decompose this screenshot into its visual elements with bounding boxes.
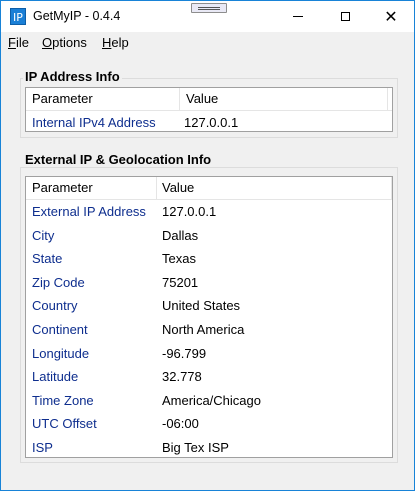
row-parameter: Latitude bbox=[32, 369, 79, 385]
main-window: IP GetMyIP - 0.4.4 ✕ File Options Help I… bbox=[0, 0, 415, 491]
row-parameter: Zip Code bbox=[32, 274, 85, 290]
list-item[interactable]: State Texas bbox=[26, 247, 392, 271]
row-parameter: External IP Address bbox=[32, 204, 146, 219]
menu-options-label: ptions bbox=[52, 35, 87, 50]
app-icon: IP bbox=[10, 8, 26, 25]
list-header: Parameter Value bbox=[26, 88, 392, 111]
geolocation-list[interactable]: Parameter Value External IP Address 127.… bbox=[25, 176, 393, 458]
menu-file[interactable]: File bbox=[8, 35, 29, 50]
column-separator[interactable] bbox=[391, 177, 392, 199]
list-item[interactable]: Zip Code 75201 bbox=[26, 271, 392, 295]
list-item[interactable]: Internal IPv4 Address 127.0.0.1 bbox=[26, 111, 392, 131]
column-separator[interactable] bbox=[179, 88, 180, 110]
minimize-icon bbox=[293, 16, 303, 17]
column-header-value[interactable]: Value bbox=[162, 180, 194, 195]
row-parameter: Internal IPv4 Address bbox=[32, 115, 156, 130]
column-separator[interactable] bbox=[387, 88, 388, 110]
row-value: Big Tex ISP bbox=[162, 439, 229, 455]
maximize-button[interactable] bbox=[322, 1, 368, 32]
geolocation-group-title: External IP & Geolocation Info bbox=[23, 152, 214, 167]
menu-bar: File Options Help bbox=[1, 32, 414, 53]
menu-help-accel: H bbox=[102, 35, 112, 50]
list-item[interactable]: Longitude -96.799 bbox=[26, 342, 392, 366]
maximize-icon bbox=[340, 12, 350, 21]
list-item[interactable]: Country United States bbox=[26, 294, 392, 318]
list-item[interactable]: External IP Address 127.0.0.1 bbox=[26, 200, 392, 224]
menu-help[interactable]: Help bbox=[102, 35, 129, 50]
row-value: -06:00 bbox=[162, 416, 199, 432]
ip-address-list[interactable]: Parameter Value Internal IPv4 Address 12… bbox=[25, 87, 393, 132]
row-parameter: City bbox=[32, 227, 55, 243]
minimize-button[interactable] bbox=[275, 1, 321, 32]
row-value: America/Chicago bbox=[162, 392, 261, 408]
window-title: GetMyIP - 0.4.4 bbox=[33, 9, 121, 23]
list-header: Parameter Value bbox=[26, 177, 392, 200]
menu-options[interactable]: Options bbox=[42, 35, 87, 50]
list-item[interactable]: Continent North America bbox=[26, 318, 392, 342]
column-header-parameter[interactable]: Parameter bbox=[32, 91, 93, 106]
ip-address-group-title: IP Address Info bbox=[23, 69, 122, 84]
row-parameter: UTC Offset bbox=[32, 416, 97, 432]
row-value: 127.0.0.1 bbox=[162, 204, 217, 219]
row-value: 75201 bbox=[162, 274, 199, 290]
row-parameter: Time Zone bbox=[32, 392, 94, 408]
column-header-value[interactable]: Value bbox=[186, 91, 218, 106]
row-value: North America bbox=[162, 321, 245, 337]
column-header-parameter[interactable]: Parameter bbox=[32, 180, 93, 195]
row-value: -96.799 bbox=[162, 345, 207, 361]
list-item[interactable]: Time Zone America/Chicago bbox=[26, 389, 392, 413]
title-bar[interactable]: IP GetMyIP - 0.4.4 ✕ bbox=[1, 1, 414, 32]
list-item[interactable]: City Dallas bbox=[26, 224, 392, 248]
column-separator[interactable] bbox=[156, 177, 157, 199]
row-parameter: Continent bbox=[32, 321, 88, 337]
row-value: 127.0.0.1 bbox=[184, 115, 239, 130]
row-parameter: Longitude bbox=[32, 345, 90, 361]
row-parameter: State bbox=[32, 251, 63, 267]
list-item[interactable]: ISP Big Tex ISP bbox=[26, 436, 392, 457]
row-parameter: ISP bbox=[32, 439, 53, 455]
list-item[interactable]: UTC Offset -06:00 bbox=[26, 412, 392, 436]
menu-help-label: elp bbox=[111, 35, 129, 50]
list-item[interactable]: Latitude 32.778 bbox=[26, 365, 392, 389]
close-icon: ✕ bbox=[384, 6, 398, 26]
row-value: United States bbox=[162, 298, 241, 314]
row-value: Dallas bbox=[162, 227, 199, 243]
menu-file-label: ile bbox=[15, 35, 29, 50]
row-value: Texas bbox=[162, 251, 196, 267]
close-button[interactable]: ✕ bbox=[368, 1, 414, 32]
menu-options-accel: O bbox=[42, 35, 53, 50]
row-parameter: Country bbox=[32, 298, 78, 314]
menu-file-accel: F bbox=[8, 35, 16, 50]
drag-grip-icon[interactable] bbox=[191, 3, 227, 13]
row-value: 32.778 bbox=[162, 369, 202, 385]
